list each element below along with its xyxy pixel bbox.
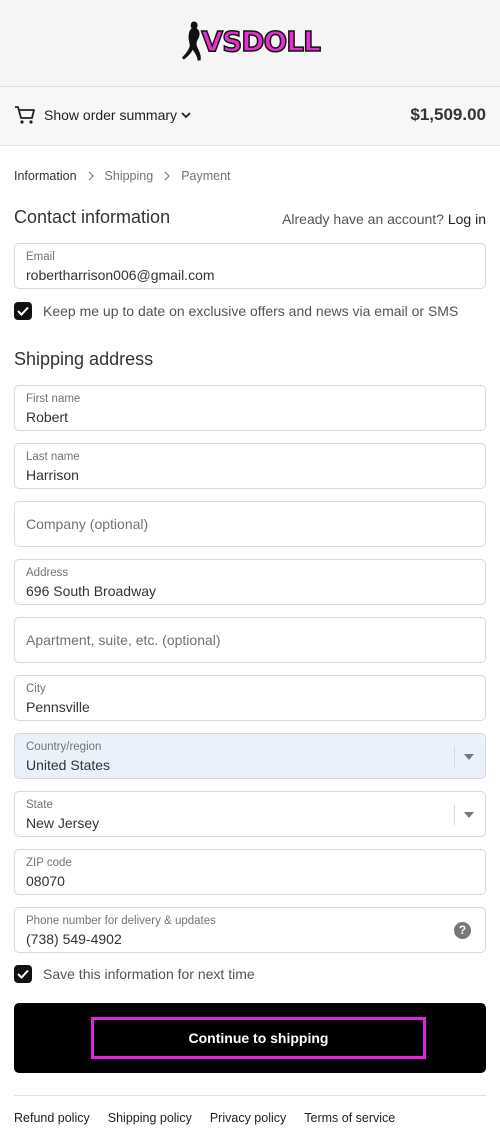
- apartment-placeholder: Apartment, suite, etc. (optional): [26, 632, 221, 648]
- marketing-opt-in[interactable]: Keep me up to date on exclusive offers a…: [14, 302, 458, 320]
- marketing-checkbox[interactable]: [14, 302, 32, 320]
- first-name-label: First name: [26, 393, 81, 405]
- first-name-field[interactable]: First name Robert: [14, 385, 486, 431]
- breadcrumb: Information Shipping Payment: [14, 169, 231, 183]
- phone-field[interactable]: Phone number for delivery & updates (738…: [14, 907, 486, 953]
- last-name-label: Last name: [26, 451, 80, 463]
- footer-divider: [14, 1095, 486, 1096]
- dropdown-arrow-icon: [464, 754, 474, 760]
- dropdown-arrow-icon: [464, 812, 474, 818]
- account-prompt-text: Already have an account?: [282, 211, 444, 227]
- continue-to-shipping-button[interactable]: Continue to shipping: [14, 1003, 486, 1073]
- order-total: $1,509.00: [410, 105, 486, 124]
- account-prompt: Already have an account? Log in: [282, 211, 486, 227]
- state-value: New Jersey: [26, 815, 100, 831]
- city-value: Pennsville: [26, 699, 90, 715]
- company-field[interactable]: Company (optional): [14, 501, 486, 547]
- address-field[interactable]: Address 696 South Broadway: [14, 559, 486, 605]
- shipping-policy-link[interactable]: Shipping policy: [108, 1111, 192, 1125]
- state-select[interactable]: State New Jersey: [14, 791, 486, 837]
- question-mark-icon[interactable]: ?: [454, 922, 471, 939]
- contact-section-title: Contact information: [14, 207, 171, 227]
- checkmark-icon: [17, 306, 29, 316]
- phone-label: Phone number for delivery & updates: [26, 915, 216, 927]
- save-info-option[interactable]: Save this information for next time: [14, 965, 255, 983]
- country-label: Country/region: [26, 741, 102, 753]
- country-select[interactable]: Country/region United States: [14, 733, 486, 779]
- save-info-label: Save this information for next time: [43, 966, 255, 982]
- country-value: United States: [26, 757, 111, 773]
- apartment-field[interactable]: Apartment, suite, etc. (optional): [14, 617, 486, 663]
- address-label: Address: [26, 567, 69, 579]
- email-label: Email: [26, 251, 55, 263]
- order-summary-bar[interactable]: Show order summary $1,509.00: [0, 87, 500, 146]
- select-divider: [454, 747, 455, 767]
- zip-field[interactable]: ZIP code 08070: [14, 849, 486, 895]
- terms-of-service-link[interactable]: Terms of service: [304, 1111, 395, 1125]
- logo-text: VSDOLL: [201, 24, 322, 59]
- last-name-value: Harrison: [26, 467, 79, 483]
- marketing-label: Keep me up to date on exclusive offers a…: [43, 303, 459, 319]
- save-info-checkbox[interactable]: [14, 965, 32, 983]
- last-name-field[interactable]: Last name Harrison: [14, 443, 486, 489]
- checkmark-icon: [17, 969, 29, 979]
- chevron-down-icon: [181, 112, 191, 119]
- chevron-right-icon: [164, 171, 171, 181]
- show-order-summary-toggle[interactable]: Show order summary: [44, 107, 191, 123]
- footer-links: Refund policy Shipping policy Privacy po…: [14, 1111, 395, 1125]
- refund-policy-link[interactable]: Refund policy: [14, 1111, 90, 1125]
- city-field[interactable]: City Pennsville: [14, 675, 486, 721]
- cart-icon: [15, 106, 35, 124]
- breadcrumb-information[interactable]: Information: [14, 169, 77, 183]
- zip-value: 08070: [26, 873, 65, 889]
- state-label: State: [26, 799, 53, 811]
- company-placeholder: Company (optional): [26, 516, 149, 532]
- shipping-section-title: Shipping address: [14, 349, 154, 369]
- first-name-value: Robert: [26, 409, 69, 425]
- store-logo[interactable]: VSDOLL: [180, 18, 322, 64]
- zip-label: ZIP code: [26, 857, 72, 869]
- address-value: 696 South Broadway: [26, 583, 156, 599]
- breadcrumb-shipping: Shipping: [104, 169, 154, 183]
- login-link[interactable]: Log in: [448, 211, 486, 227]
- breadcrumb-payment: Payment: [181, 169, 231, 183]
- email-field[interactable]: Email robertharrison006@gmail.com: [14, 243, 486, 289]
- phone-value: (738) 549-4902: [26, 931, 122, 947]
- city-label: City: [26, 683, 46, 695]
- continue-button-label: Continue to shipping: [91, 1017, 426, 1059]
- email-value: robertharrison006@gmail.com: [26, 267, 215, 283]
- privacy-policy-link[interactable]: Privacy policy: [210, 1111, 286, 1125]
- store-header: VSDOLL: [0, 0, 500, 87]
- chevron-right-icon: [88, 171, 94, 181]
- summary-toggle-label: Show order summary: [44, 107, 178, 123]
- select-divider: [454, 805, 455, 825]
